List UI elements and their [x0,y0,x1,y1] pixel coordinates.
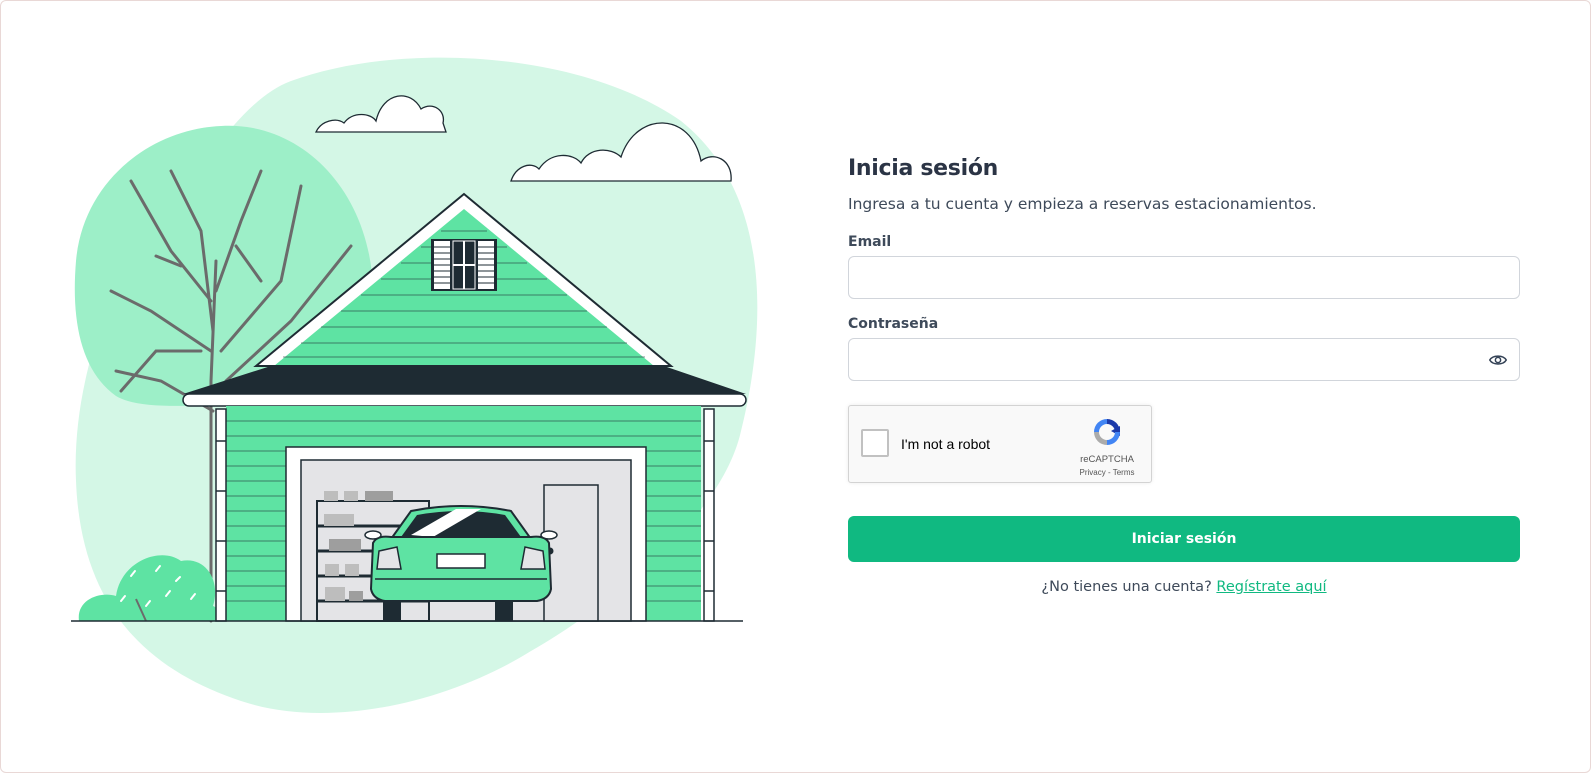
recaptcha-widget: I'm not a robot reCAPTCHA Privacy - Term… [848,405,1152,483]
login-button[interactable]: Iniciar sesión [848,516,1520,562]
recaptcha-brand: reCAPTCHA [1080,454,1134,465]
login-form: Inicia sesión Ingresa a tu cuenta y empi… [848,156,1520,595]
recaptcha-logo-icon [1094,419,1120,445]
house-garage-illustration [71,57,758,713]
roof-eave [182,393,747,407]
page-frame: Inicia sesión Ingresa a tu cuenta y empi… [0,0,1591,773]
email-field[interactable] [848,256,1520,299]
eye-icon[interactable] [1489,352,1507,368]
signup-row: ¿No tienes una cuenta? Regístrate aquí [848,579,1520,595]
signup-prompt: ¿No tienes una cuenta? [1041,579,1212,595]
house-roof [183,365,746,394]
recaptcha-links: Privacy - Terms [1075,468,1139,477]
password-field[interactable] [848,338,1520,381]
page-subtitle: Ingresa a tu cuenta y empieza a reservas… [848,195,1317,213]
password-label: Contraseña [848,316,939,332]
recaptcha-terms-link[interactable]: Terms [1113,468,1135,477]
recaptcha-checkbox[interactable] [861,429,889,457]
recaptcha-label: I'm not a robot [901,436,991,452]
email-label: Email [848,234,892,250]
recaptcha-logo: reCAPTCHA Privacy - Terms [1075,416,1139,477]
page-title: Inicia sesión [848,156,999,181]
signup-link[interactable]: Regístrate aquí [1216,579,1326,595]
recaptcha-privacy-link[interactable]: Privacy [1080,468,1106,477]
